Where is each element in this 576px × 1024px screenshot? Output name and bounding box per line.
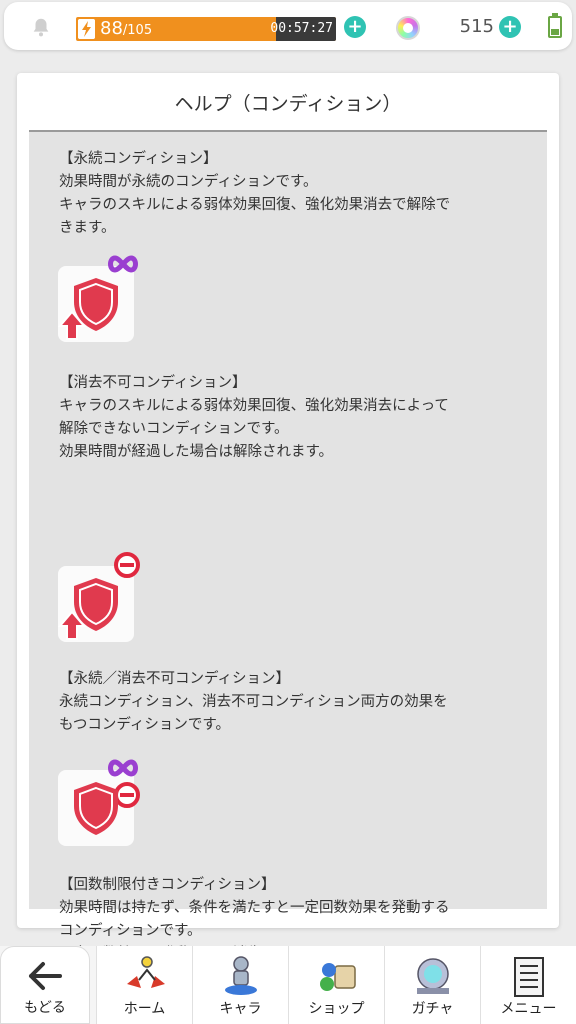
nav-shop[interactable]: ショップ [288,946,384,1024]
section-body: 効果時間が永続のコンディションです。 キャラのスキルによる弱体効果回復、強化効果… [59,174,451,236]
bottom-nav: もどる ホーム キャラ ショップ ガチャ メニュー [0,946,576,1024]
nav-label: ガチャ [411,1001,454,1017]
section-heading: 【回数制限付きコンディション】 [59,877,276,893]
section-body: キャラのスキルによる弱体効果回復、強化効果消去によって 解除できないコンディショ… [59,398,449,460]
menu-icon [513,957,544,997]
back-label: もどる [24,1000,66,1016]
section-heading: 【永続／消去不可コンディション】 [59,671,290,687]
nav-label: メニュー [500,1001,557,1017]
gem-count: 515 [459,16,494,37]
home-icon [126,956,165,988]
nav-home[interactable]: ホーム [96,946,192,1024]
stamina-bar: 88/105 00:57:27 [76,17,336,41]
stamina-max: /105 [122,23,153,38]
help-panel: ヘルプ（コンディション） 【永続コンディション】 効果時間が永続のコンディション… [17,73,559,962]
battery-icon [548,13,562,38]
buff-arrow-icon [58,310,86,340]
stamina-current: 88 [100,18,123,39]
bell-icon[interactable] [30,16,52,38]
add-gem-button[interactable]: + [499,16,521,38]
section-heading: 【永続コンディション】 [59,151,218,167]
help-section-unremovable: 【消去不可コンディション】 キャラのスキルによる弱体効果回復、強化効果消去によっ… [59,372,529,464]
help-section-permanent-unremovable: 【永続／消去不可コンディション】 永続コンディション、消去不可コンディション両方… [59,668,529,737]
back-arrow-icon [29,962,62,990]
stamina-value: 88/105 [100,18,152,41]
bolt-icon [78,19,95,39]
infinity-icon [108,759,138,777]
nav-label: キャラ [219,1001,262,1017]
status-bar: 88/105 00:57:27 + 515 + [4,2,572,50]
gacha-icon [416,958,449,994]
character-icon [224,956,257,995]
nav-label: ショップ [308,1001,365,1017]
nav-label: ホーム [123,1001,166,1017]
permanent-condition-icon [58,255,138,342]
back-button[interactable]: もどる [0,946,90,1024]
help-content[interactable]: 【永続コンディション】 効果時間が永続のコンディションです。 キャラのスキルによ… [29,132,547,962]
gem-icon [396,16,420,40]
nav-menu[interactable]: メニュー [480,946,576,1024]
prohibited-icon [114,552,140,578]
nav-gacha[interactable]: ガチャ [384,946,480,1024]
infinity-icon [108,255,138,273]
section-body: 永続コンディション、消去不可コンディション両方の効果を もつコンディションです。 [59,694,448,733]
stamina-timer: 00:57:27 [270,21,333,36]
buff-arrow-icon [58,610,86,640]
nav-character[interactable]: キャラ [192,946,288,1024]
page-title: ヘルプ（コンディション） [174,93,402,115]
shield-icon [74,782,118,835]
unremovable-condition-icon [58,552,140,642]
add-stamina-button[interactable]: + [344,16,366,38]
section-heading: 【消去不可コンディション】 [59,375,247,391]
permanent-unremovable-condition-icon [58,759,140,846]
shop-icon [319,963,356,991]
help-section-permanent: 【永続コンディション】 効果時間が永続のコンディションです。 キャラのスキルによ… [59,148,529,240]
